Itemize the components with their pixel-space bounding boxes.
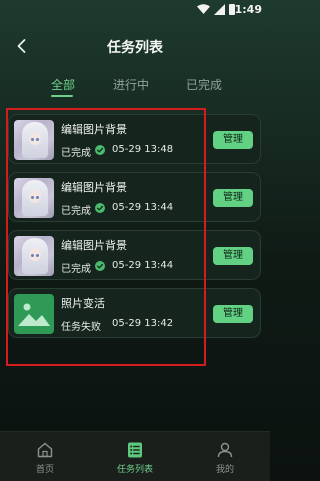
tab-completed[interactable]: 已完成 bbox=[186, 76, 222, 93]
task-card[interactable]: 编辑图片背景 已完成 05-29 13:48 管理 bbox=[8, 114, 261, 164]
task-status: 任务失败 bbox=[61, 322, 101, 333]
nav-item-home[interactable]: 首页 bbox=[0, 432, 90, 481]
list-icon bbox=[128, 442, 142, 458]
page-title: 任务列表 bbox=[107, 40, 163, 56]
task-thumbnail bbox=[14, 178, 54, 218]
tab-bar: 全部 进行中 已完成 bbox=[0, 76, 270, 100]
task-title: 照片变活 bbox=[61, 297, 105, 310]
signal-icon bbox=[214, 4, 225, 15]
nav-item-profile[interactable]: 我的 bbox=[180, 432, 270, 481]
manage-button[interactable]: 管理 bbox=[213, 305, 253, 323]
task-time: 05-29 13:44 bbox=[112, 202, 174, 213]
task-card[interactable]: 编辑图片背景 已完成 05-29 13:44 管理 bbox=[8, 230, 261, 280]
home-icon bbox=[37, 442, 53, 458]
nav-label-profile: 我的 bbox=[215, 465, 234, 475]
bottom-nav: 首页 任务列表 我的 bbox=[0, 431, 270, 481]
task-status: 已完成 bbox=[61, 206, 91, 217]
check-circle-icon bbox=[95, 203, 105, 213]
manage-button[interactable]: 管理 bbox=[213, 131, 253, 149]
manage-button[interactable]: 管理 bbox=[213, 189, 253, 207]
nav-label-task-list: 任务列表 bbox=[116, 465, 153, 475]
profile-icon bbox=[217, 442, 233, 458]
manage-button[interactable]: 管理 bbox=[213, 247, 253, 265]
task-status: 已完成 bbox=[61, 148, 91, 159]
task-time: 05-29 13:42 bbox=[112, 318, 174, 329]
task-title: 编辑图片背景 bbox=[61, 239, 127, 252]
task-card[interactable]: 照片变活 任务失败 05-29 13:42 管理 bbox=[8, 288, 261, 338]
task-time: 05-29 13:44 bbox=[112, 260, 174, 271]
image-placeholder-icon bbox=[14, 294, 54, 334]
status-time: 1:49 bbox=[234, 3, 262, 16]
active-tab-indicator bbox=[51, 95, 73, 97]
nav-item-task-list[interactable]: 任务列表 bbox=[90, 432, 180, 481]
task-thumbnail bbox=[14, 236, 54, 276]
check-circle-icon bbox=[95, 145, 105, 155]
tab-in-progress[interactable]: 进行中 bbox=[113, 76, 149, 93]
task-status: 已完成 bbox=[61, 264, 91, 275]
task-title: 编辑图片背景 bbox=[61, 123, 127, 136]
nav-label-home: 首页 bbox=[35, 465, 54, 475]
check-circle-icon bbox=[95, 261, 105, 271]
tab-all[interactable]: 全部 bbox=[51, 76, 75, 93]
wifi-icon bbox=[197, 4, 210, 14]
header: 任务列表 bbox=[0, 32, 270, 60]
task-time: 05-29 13:48 bbox=[112, 144, 174, 155]
task-title: 编辑图片背景 bbox=[61, 181, 127, 194]
task-card[interactable]: 编辑图片背景 已完成 05-29 13:44 管理 bbox=[8, 172, 261, 222]
status-bar: 1:49 bbox=[0, 0, 270, 20]
task-thumbnail bbox=[14, 120, 54, 160]
